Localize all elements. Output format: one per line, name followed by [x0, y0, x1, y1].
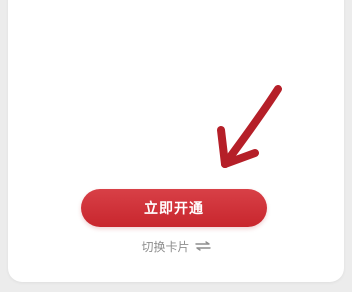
switch-card-label: 切换卡片: [141, 239, 190, 254]
annotation-arrow-icon: [217, 85, 282, 168]
open-now-button[interactable]: 立即开通: [81, 189, 267, 227]
swap-arrows-icon: [194, 241, 211, 251]
switch-card-button[interactable]: 切换卡片: [0, 236, 352, 256]
